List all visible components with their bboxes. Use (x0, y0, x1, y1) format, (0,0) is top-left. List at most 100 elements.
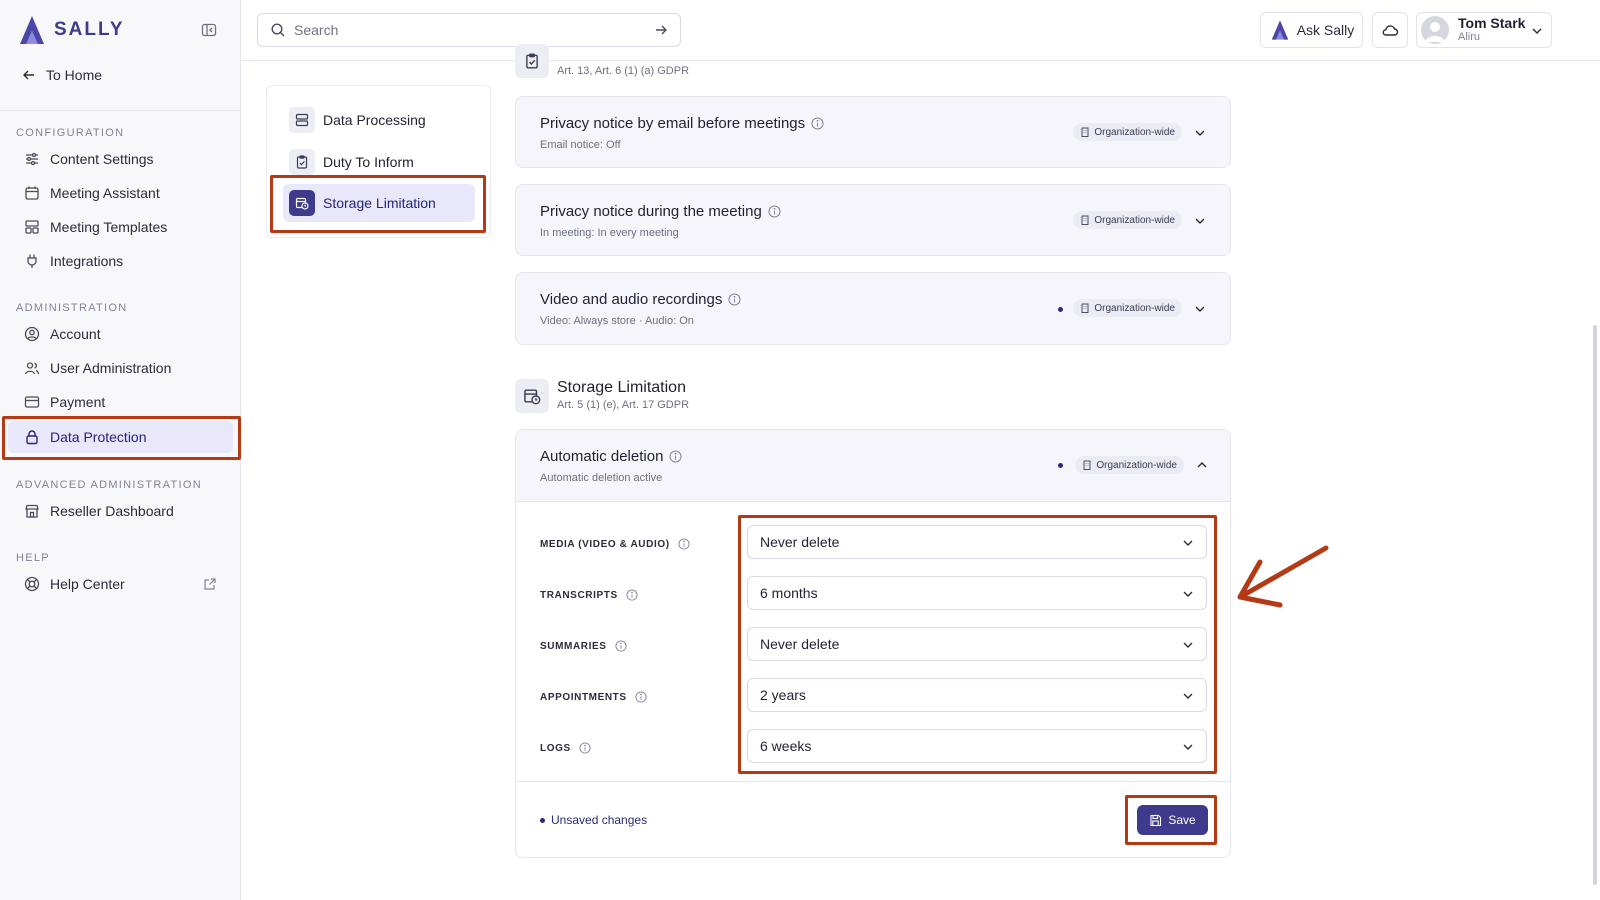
external-link-icon (204, 578, 216, 590)
sidebar-item-payment[interactable]: Payment (8, 386, 233, 418)
scope-badge: Organization-wide (1073, 299, 1182, 317)
sidebar-item-reseller-dashboard[interactable]: Reseller Dashboard (8, 495, 233, 527)
data-protection-subnav: Data Processing Duty To Inform Storage L… (266, 85, 491, 238)
search-input[interactable] (294, 22, 646, 38)
card-title-text: Video and audio recordings (540, 291, 723, 308)
sidebar-item-label: Data Protection (50, 429, 147, 445)
save-icon (1150, 814, 1162, 826)
logo[interactable]: SALLY (16, 14, 125, 46)
chevron-up-icon[interactable] (1196, 459, 1208, 471)
sidebar-item-label: Help Center (50, 576, 125, 592)
calendar-icon (25, 186, 39, 200)
arrow-right-icon[interactable] (654, 23, 668, 37)
sally-logo-icon (1271, 20, 1288, 40)
chevron-down-icon[interactable] (1194, 303, 1206, 315)
user-avatar-icon (1425, 22, 1445, 42)
select-value: 6 months (760, 585, 818, 601)
sidebar-item-integrations[interactable]: Integrations (8, 245, 233, 277)
badge-label: Organization-wide (1094, 302, 1175, 314)
info-icon[interactable] (728, 293, 741, 306)
scope-badge: Organization-wide (1075, 456, 1184, 474)
sidebar: SALLY To Home CONFIGURATION Content Sett… (0, 0, 241, 900)
card-subtitle: Automatic deletion active (540, 472, 663, 484)
store-icon (25, 504, 39, 518)
save-button[interactable]: Save (1137, 805, 1208, 835)
section-administration: ADMINISTRATION (16, 302, 128, 314)
annotation-arrow-icon (1237, 545, 1329, 608)
card-title: Video and audio recordings (540, 291, 741, 308)
field-label-text: Summaries (540, 640, 607, 652)
sidebar-item-help-center[interactable]: Help Center (8, 568, 233, 600)
user-menu-button[interactable]: Tom Stark Aliru (1416, 12, 1552, 48)
lock-icon (26, 430, 38, 445)
ask-sally-button[interactable]: Ask Sally (1260, 12, 1363, 48)
sync-button[interactable] (1372, 12, 1408, 48)
search-box[interactable] (257, 13, 681, 47)
transcripts-retention-select[interactable]: 6 months (747, 576, 1207, 610)
subnav-item-duty-to-inform[interactable]: Duty To Inform (283, 143, 475, 181)
card-title-text: Privacy notice by email before meetings (540, 115, 806, 132)
summaries-retention-select[interactable]: Never delete (747, 627, 1207, 661)
scrollbar-thumb[interactable] (1593, 325, 1597, 885)
subnav-item-data-processing[interactable]: Data Processing (283, 101, 475, 139)
chevron-down-icon (1183, 642, 1193, 648)
sliders-icon (26, 152, 38, 166)
avatar (1421, 16, 1449, 44)
search-icon (271, 23, 285, 37)
info-icon[interactable] (579, 742, 591, 754)
info-icon[interactable] (678, 538, 690, 550)
card-email-notice[interactable]: Privacy notice by email before meetings … (515, 96, 1231, 168)
sidebar-item-label: Reseller Dashboard (50, 503, 174, 519)
info-icon[interactable] (626, 589, 638, 601)
field-label-logs: Logs (540, 742, 591, 754)
subnav-label: Duty To Inform (323, 154, 414, 170)
brand-name: SALLY (54, 19, 125, 40)
field-label-text: Transcripts (540, 589, 618, 601)
sidebar-divider (0, 110, 241, 111)
card-title: Automatic deletion (540, 448, 682, 465)
cloud-icon (1382, 25, 1399, 36)
to-home-link[interactable]: To Home (22, 67, 102, 83)
sidebar-item-meeting-templates[interactable]: Meeting Templates (8, 211, 233, 243)
chevron-down-icon[interactable] (1194, 127, 1206, 139)
select-value: Never delete (760, 534, 840, 550)
info-icon[interactable] (669, 450, 682, 463)
card-automatic-deletion: Automatic deletion Automatic deletion ac… (515, 429, 1231, 858)
chevron-down-icon (1532, 28, 1542, 34)
chevron-down-icon (1183, 540, 1193, 546)
card-meeting-notice[interactable]: Privacy notice during the meeting In mee… (515, 184, 1231, 256)
user-organization: Aliru (1458, 31, 1481, 43)
scope-badge: Organization-wide (1073, 123, 1182, 141)
building-icon (1081, 127, 1089, 137)
info-icon[interactable] (811, 117, 824, 130)
top-bar: Ask Sally Tom Stark Aliru (241, 0, 1600, 61)
scope-badge: Organization-wide (1073, 211, 1182, 229)
user-name: Tom Stark (1458, 15, 1526, 31)
credit-card-icon (24, 396, 40, 408)
field-label-text: Appointments (540, 691, 627, 703)
sidebar-item-meeting-assistant[interactable]: Meeting Assistant (8, 177, 233, 209)
info-icon[interactable] (635, 691, 647, 703)
info-icon[interactable] (768, 205, 781, 218)
sidebar-item-user-administration[interactable]: User Administration (8, 352, 233, 384)
media-retention-select[interactable]: Never delete (747, 525, 1207, 559)
sidebar-item-content-settings[interactable]: Content Settings (8, 143, 233, 175)
chevron-down-icon[interactable] (1194, 215, 1206, 227)
sidebar-item-data-protection[interactable]: Data Protection (8, 421, 233, 453)
sidebar-item-account[interactable]: Account (8, 318, 233, 350)
field-label-text: Media (Video & Audio) (540, 538, 670, 550)
field-label-media: Media (Video & Audio) (540, 538, 690, 550)
collapse-sidebar-icon[interactable] (201, 22, 217, 38)
field-label-transcripts: Transcripts (540, 589, 638, 601)
user-circle-icon (24, 326, 40, 342)
section-help: HELP (16, 552, 50, 564)
card-recordings[interactable]: Video and audio recordings Video: Always… (515, 272, 1231, 345)
sidebar-item-label: Account (50, 326, 101, 342)
logs-retention-select[interactable]: 6 weeks (747, 729, 1207, 763)
info-icon[interactable] (614, 640, 627, 652)
card-subtitle: Video: Always store · Audio: On (540, 315, 694, 327)
subnav-item-storage-limitation[interactable]: Storage Limitation (283, 184, 475, 222)
card-header[interactable]: Automatic deletion Automatic deletion ac… (516, 430, 1230, 502)
card-title: Privacy notice during the meeting (540, 203, 781, 220)
appointments-retention-select[interactable]: 2 years (747, 678, 1207, 712)
